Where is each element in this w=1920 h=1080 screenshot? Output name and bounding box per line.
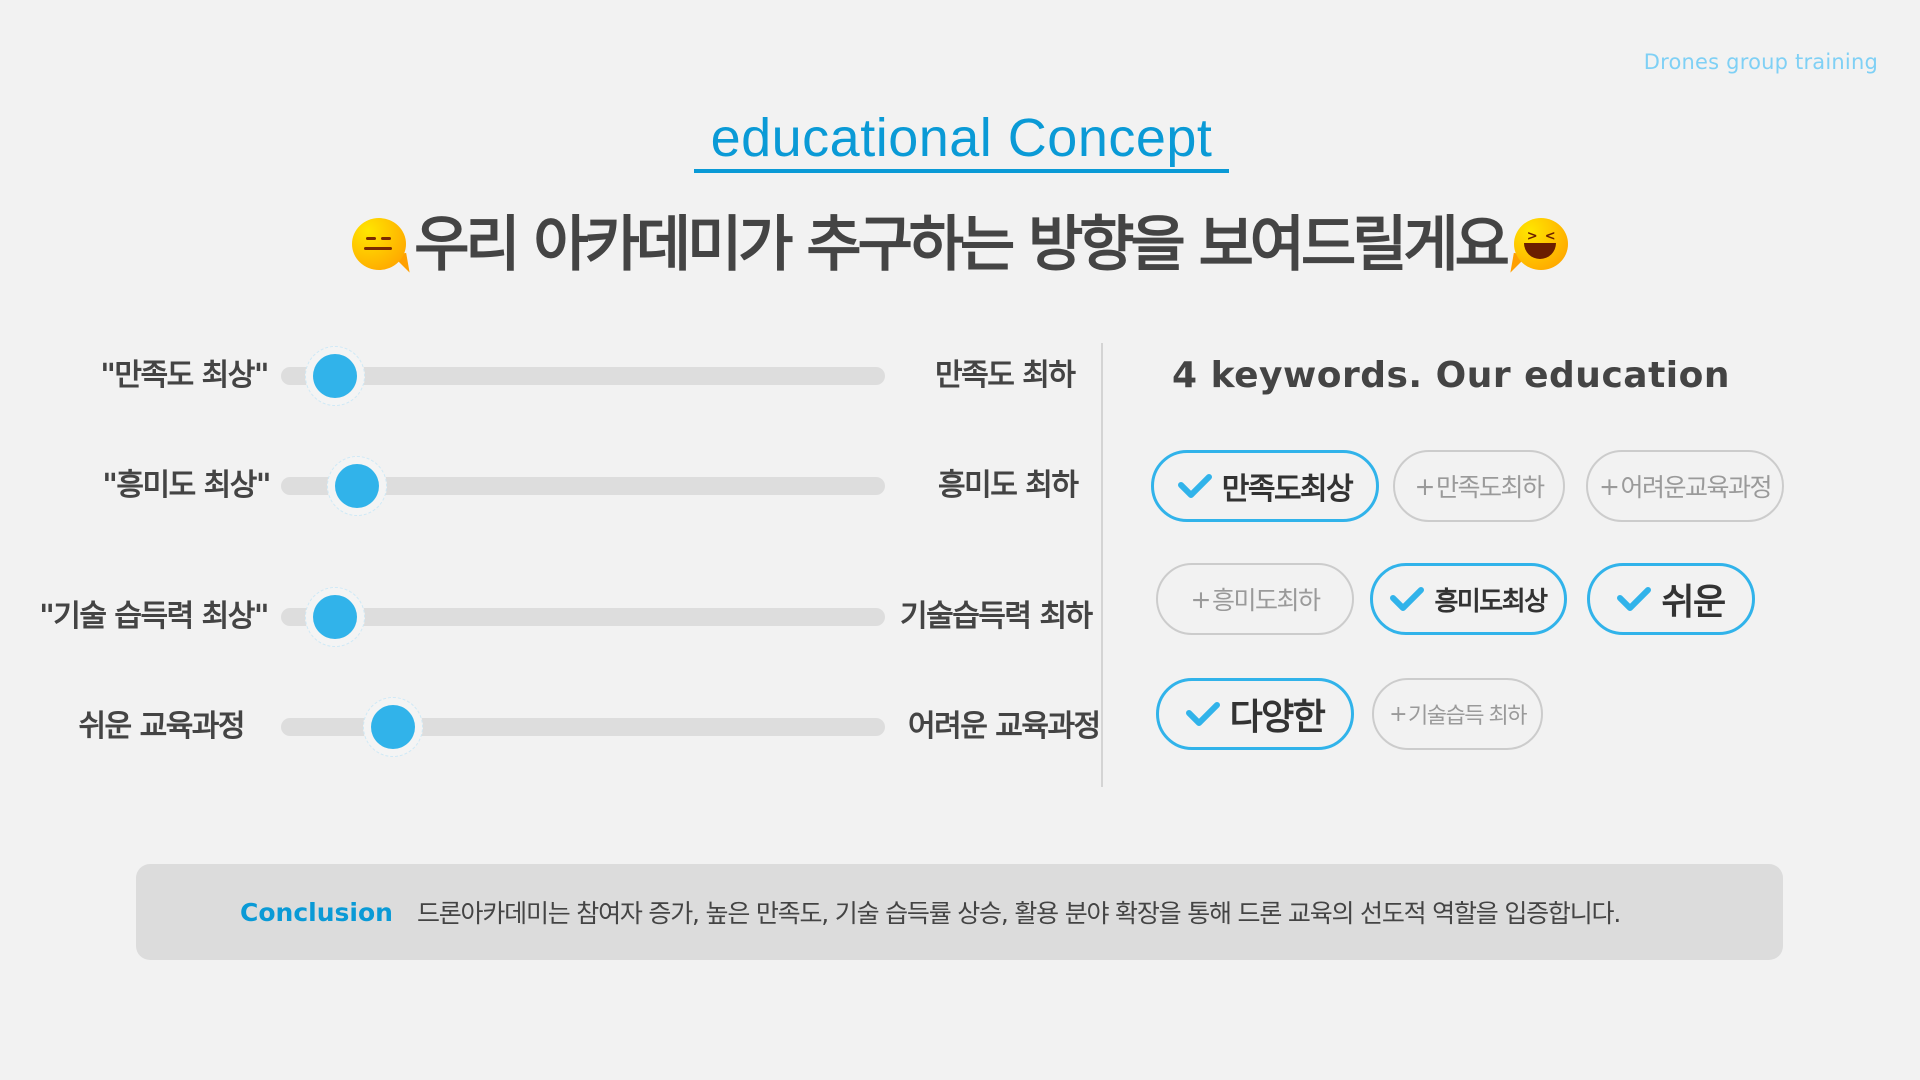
slider-track[interactable]	[281, 587, 885, 647]
conclusion-label: Conclusion	[240, 897, 393, 927]
chip-label: 다양한	[1229, 697, 1326, 738]
plus-icon: +	[1190, 584, 1212, 614]
slider-track[interactable]	[281, 456, 885, 516]
keyword-chip-unselected[interactable]: + 흥미도최하	[1156, 563, 1354, 635]
conclusion-text: 드론아카데미는 참여자 증가, 높은 만족도, 기술 습득률 상승, 활용 분야…	[416, 899, 1621, 928]
chip-label: 만족도최하	[1435, 473, 1545, 502]
keywords-title: 4 keywords. Our education	[1172, 355, 1730, 396]
slider-row-skill: "기술 습득력 최상" 기술습득력 최하	[0, 587, 1100, 647]
keyword-chip-selected[interactable]: 쉬운	[1587, 563, 1755, 635]
chip-label: 흥미도최하	[1211, 586, 1321, 615]
slider-knob[interactable]	[362, 697, 423, 757]
slider-row-interest: "흥미도 최상" 흥미도 최하	[0, 456, 1100, 516]
title-text: educational Concept	[710, 108, 1213, 168]
keyword-chip-unselected[interactable]: + 기술습득 최하	[1372, 678, 1543, 750]
slider-left-label: "흥미도 최상"	[102, 468, 271, 503]
slider-row-curriculum: 쉬운 교육과정 어려운 교육과정	[0, 697, 1101, 757]
keyword-chip-selected[interactable]: 흥미도최상	[1370, 563, 1567, 635]
slider-knob[interactable]	[305, 346, 366, 406]
slider-left-label: 쉬운 교육과정	[78, 709, 245, 744]
headline: 우리 아카데미가 추구하는 방향을 보여드릴게요 > <	[0, 205, 1920, 285]
title-underline	[694, 169, 1229, 173]
plus-icon: +	[1389, 701, 1407, 727]
keyword-chip-selected[interactable]: 만족도최상	[1151, 450, 1379, 522]
slider-right-label: 만족도 최하	[935, 358, 1076, 393]
keyword-chip-unselected[interactable]: + 어려운교육과정	[1586, 450, 1784, 522]
keyword-chip-selected[interactable]: 다양한	[1156, 678, 1354, 750]
chip-label: 쉬운	[1661, 582, 1726, 623]
slider-knob[interactable]	[326, 456, 387, 516]
keyword-chip-unselected[interactable]: + 만족도최하	[1393, 450, 1565, 522]
chip-label: 어려운교육과정	[1620, 473, 1772, 502]
chip-label: 기술습득 최하	[1408, 704, 1527, 729]
check-icon	[1185, 702, 1220, 726]
slider-right-label: 흥미도 최하	[938, 468, 1079, 503]
plus-icon: +	[1414, 471, 1436, 501]
check-icon	[1177, 474, 1212, 498]
slider-left-label: "만족도 최상"	[100, 358, 269, 393]
check-icon	[1390, 587, 1425, 611]
check-icon	[1617, 587, 1652, 611]
slider-track[interactable]	[281, 697, 885, 757]
slider-right-label: 어려운 교육과정	[908, 709, 1101, 744]
slider-right-label: 기술습득력 최하	[900, 599, 1093, 634]
plus-icon: +	[1599, 471, 1620, 501]
expressionless-face-icon	[350, 216, 410, 276]
vertical-divider	[1101, 343, 1103, 787]
chip-label: 만족도최상	[1221, 472, 1354, 507]
chip-label: 흥미도최상	[1434, 586, 1548, 617]
slider-row-satisfaction: "만족도 최상" 만족도 최하	[0, 346, 1100, 406]
brand-label: Drones group training	[1643, 50, 1878, 74]
headline-text: 우리 아카데미가 추구하는 방향을 보여드릴게요	[414, 210, 1510, 280]
section-title: educational Concept	[694, 108, 1229, 173]
slider-left-label: "기술 습득력 최상"	[39, 599, 269, 634]
slider-track[interactable]	[281, 346, 885, 406]
conclusion-box: Conclusion 드론아카데미는 참여자 증가, 높은 만족도, 기술 습득…	[136, 864, 1783, 960]
slider-knob[interactable]	[305, 587, 366, 647]
laughing-face-icon: > <	[1510, 216, 1570, 276]
